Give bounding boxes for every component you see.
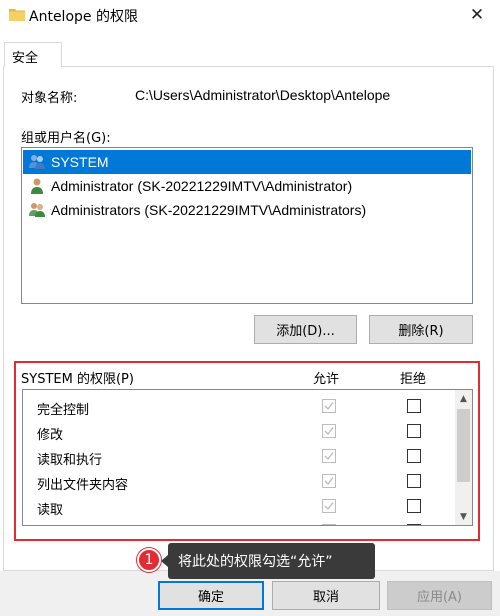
callout-text: 将此处的权限勾选“允许” (178, 554, 333, 570)
table-row: 读取 (23, 494, 453, 519)
allow-checkbox[interactable] (322, 524, 336, 525)
user-name: Administrator (SK-20221229IMTV\Administr… (51, 178, 353, 194)
deny-checkbox[interactable] (407, 524, 421, 525)
scroll-down-icon[interactable]: ▼ (455, 508, 472, 525)
folder-icon (9, 9, 25, 21)
deny-checkbox[interactable] (407, 399, 421, 413)
permission-name: 读取 (37, 503, 64, 518)
list-item-system[interactable]: SYSTEM (23, 150, 471, 174)
table-row: 读取和执行 (23, 444, 453, 469)
deny-checkbox[interactable] (407, 424, 421, 438)
deny-checkbox[interactable] (407, 474, 421, 488)
callout-number-badge: 1 (137, 548, 161, 572)
permission-name: 列出文件夹内容 (37, 478, 129, 493)
deny-checkbox[interactable] (407, 499, 421, 513)
checkmark-icon (324, 477, 334, 486)
window-title: Antelope 的权限 (29, 9, 138, 25)
callout-tooltip: 将此处的权限勾选“允许” (161, 543, 375, 579)
checkmark-icon (324, 427, 334, 436)
apply-button[interactable]: 应用(A) (387, 581, 492, 610)
table-row: 修改 (23, 419, 453, 444)
table-row: 完全控制 (23, 394, 453, 419)
checkmark-icon (324, 452, 334, 461)
permission-name: 写入 (37, 524, 63, 525)
object-name-value: C:\Users\Administrator\Desktop\Antelope (135, 87, 391, 103)
allow-checkbox[interactable] (322, 399, 336, 413)
object-name-label: 对象名称: (21, 91, 78, 106)
title-bar: Antelope 的权限 ✕ (0, 0, 500, 30)
deny-column-header: 拒绝 (400, 372, 427, 387)
users-group-icon (29, 203, 45, 217)
table-row: 写入 (23, 519, 453, 525)
users-group-icon (29, 155, 45, 169)
allow-column-header: 允许 (313, 372, 340, 387)
user-list[interactable]: SYSTEM Administrator (SK-20221229IMTV\Ad… (21, 147, 473, 304)
cancel-button[interactable]: 取消 (272, 581, 380, 610)
user-name: Administrators (SK-20221229IMTV\Administ… (51, 202, 367, 218)
scrollbar[interactable]: ▲ ▼ (455, 390, 472, 525)
ok-button[interactable]: 确定 (158, 581, 264, 610)
remove-button[interactable]: 删除(R) (369, 315, 473, 344)
permissions-header: SYSTEM 的权限(P) (21, 372, 134, 387)
group-user-label: 组或用户名(G): (21, 131, 111, 146)
list-item-administrator[interactable]: Administrator (SK-20221229IMTV\Administr… (23, 174, 471, 198)
user-icon (31, 178, 43, 194)
table-row: 列出文件夹内容 (23, 469, 453, 494)
checkmark-icon (324, 502, 334, 511)
permission-name: 读取和执行 (37, 453, 103, 468)
allow-checkbox[interactable] (322, 499, 336, 513)
tab-security[interactable]: 安全 (4, 42, 62, 67)
list-item-administrators[interactable]: Administrators (SK-20221229IMTV\Administ… (23, 198, 471, 222)
allow-checkbox[interactable] (322, 424, 336, 438)
close-button[interactable]: ✕ (454, 0, 500, 30)
scrollbar-thumb[interactable] (457, 409, 470, 482)
scroll-up-icon[interactable]: ▲ (455, 390, 472, 407)
add-button[interactable]: 添加(D)... (254, 315, 357, 344)
deny-checkbox[interactable] (407, 449, 421, 463)
allow-checkbox[interactable] (322, 474, 336, 488)
permission-name: 修改 (37, 428, 64, 443)
permissions-list[interactable]: 完全控制 修改 读取和执行 列出文件夹内容 读取 写入 (22, 389, 473, 526)
allow-checkbox[interactable] (322, 449, 336, 463)
user-name: SYSTEM (51, 154, 109, 170)
permission-name: 完全控制 (37, 403, 90, 418)
checkmark-icon (324, 402, 334, 411)
